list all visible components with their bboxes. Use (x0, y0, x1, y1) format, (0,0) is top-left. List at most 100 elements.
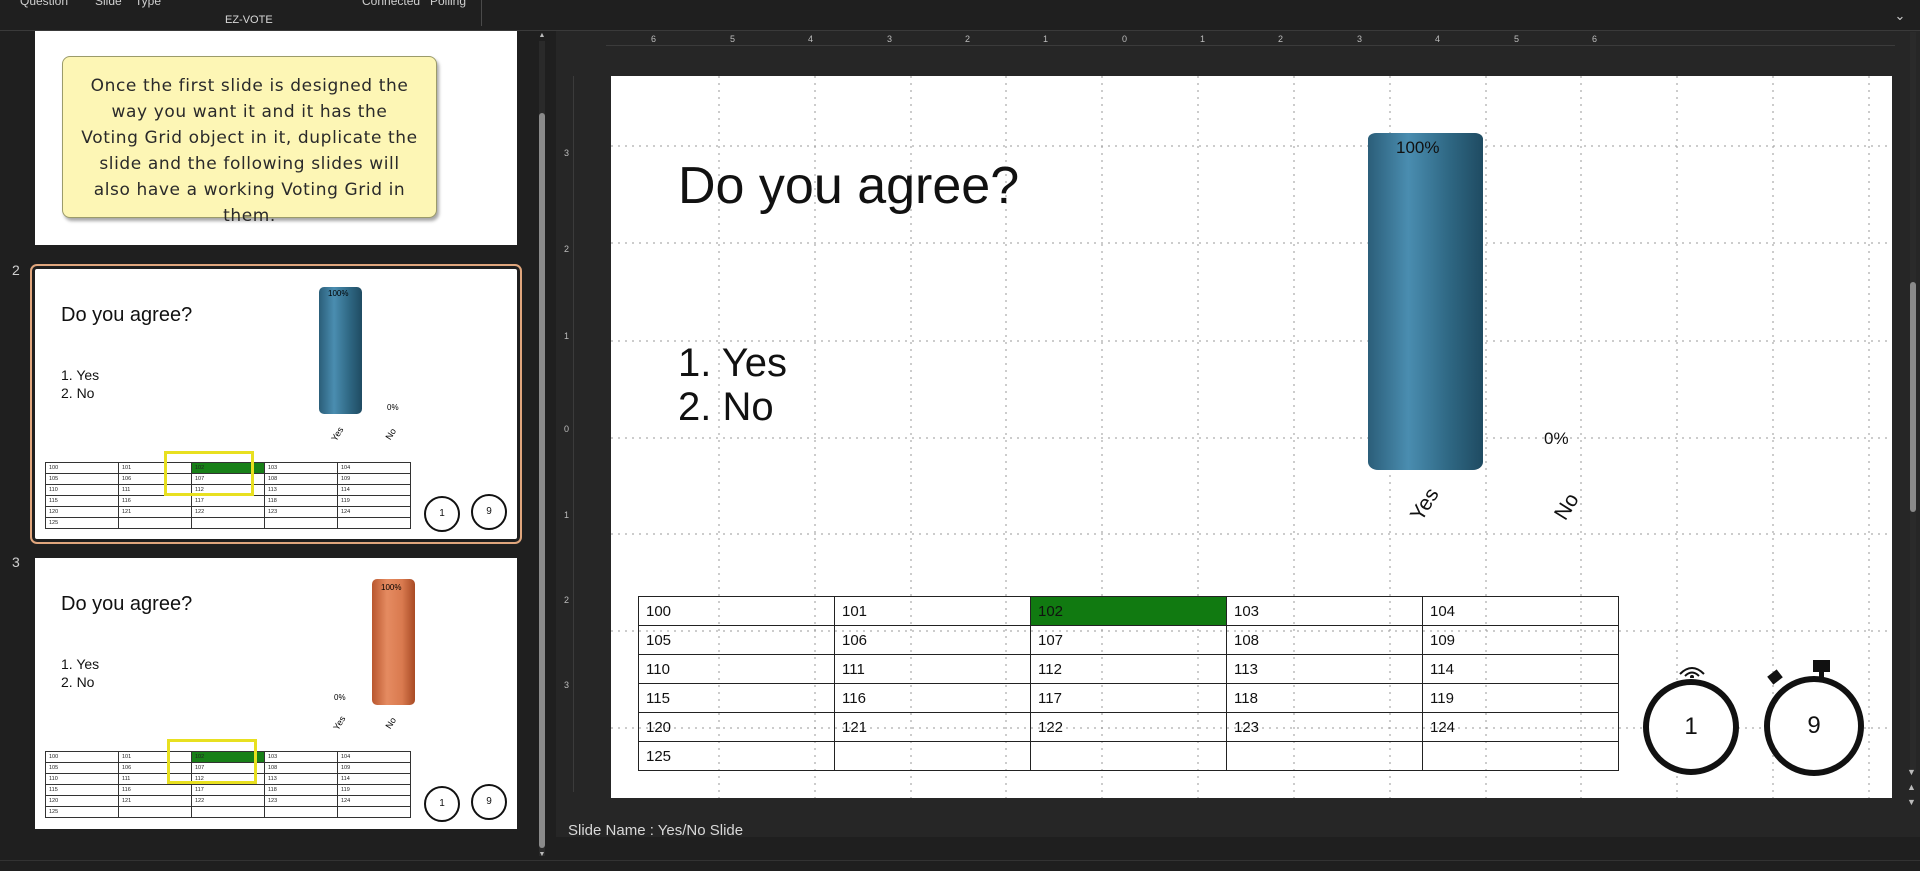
editor-scrollbar[interactable]: ▼ ▲ ▼ (1906, 32, 1920, 822)
slide-title[interactable]: Do you agree? (678, 156, 1019, 216)
grid-cell (337, 806, 411, 818)
slide-thumbnails-panel[interactable]: Once the first slide is designed the way… (0, 31, 545, 860)
grid-cell: 100 (45, 462, 119, 474)
ribbon-separator (481, 0, 482, 26)
current-slide[interactable]: Do you agree? 1. Yes 2. No 100% 0% Yes N… (611, 76, 1892, 798)
grid-cell: 109 (337, 762, 411, 774)
grid-cell: 110 (45, 484, 119, 496)
grid-cell: 121 (834, 712, 1031, 742)
grid-cell: 116 (118, 784, 192, 796)
thumb-title: Do you agree? (61, 304, 193, 326)
grid-cell: 105 (638, 625, 835, 655)
answer-options[interactable]: 1. Yes 2. No (678, 341, 787, 429)
grid-cell (1422, 741, 1619, 771)
grid-cell: 123 (264, 795, 338, 807)
grid-cell: 108 (1226, 625, 1423, 655)
thumb-timer-left: 1 (424, 786, 460, 822)
grid-cell: 109 (337, 473, 411, 485)
scroll-down-icon[interactable]: ▼ (1907, 767, 1916, 777)
grid-cell: 117 (1030, 683, 1227, 713)
instruction-note: Once the first slide is designed the way… (62, 56, 437, 226)
highlight-box (167, 739, 257, 784)
grid-cell: 123 (264, 506, 338, 518)
slide-editor[interactable]: 6543210123456 3210123 Do you agree? 1. Y… (556, 31, 1920, 837)
grid-cell: 122 (1030, 712, 1227, 742)
grid-cell: 110 (45, 773, 119, 785)
grid-row: 115 116 117 118 119 (638, 683, 1619, 713)
thumb-no-value: 0% (334, 693, 346, 702)
grid-cell: 124 (337, 506, 411, 518)
voting-grid[interactable]: 100 101 102 103 104 105 106 107 108 109 110 111 112 1… (638, 596, 1619, 771)
thumb-option: 1. Yes (61, 656, 100, 672)
ribbon-label-connected[interactable]: Connected (362, 0, 420, 8)
ribbon-label-polling[interactable]: Polling (430, 0, 466, 8)
grid-row: 120 121 122 123 124 (45, 795, 411, 807)
grid-cell: 104 (337, 751, 411, 763)
grid-cell (1030, 741, 1227, 771)
chart-bar-yes[interactable] (1368, 133, 1483, 470)
grid-row: 110 111 112 113 114 (638, 654, 1619, 684)
thumb-cat-yes: Yes (331, 714, 348, 732)
thumb-option: 2. No (61, 674, 95, 690)
thumbnail-slide-1[interactable]: Once the first slide is designed the way… (35, 31, 517, 245)
thumb-options: 1. Yes 2. No (61, 366, 99, 402)
thumb-options: 1. Yes 2. No (61, 655, 99, 691)
grid-cell: 115 (45, 784, 119, 796)
ruler-number: 5 (1514, 34, 1520, 44)
grid-cell: 113 (264, 773, 338, 785)
ribbon: Question Slide Type Connected Polling EZ… (0, 0, 1920, 31)
slide-number-2: 2 (12, 262, 20, 278)
grid-cell: 120 (45, 506, 119, 518)
grid-cell: 123 (1226, 712, 1423, 742)
thumb-cat-no: No (383, 426, 399, 442)
ribbon-label-slide[interactable]: Slide (95, 0, 122, 8)
next-slide-icon[interactable]: ▼ (1907, 797, 1916, 807)
grid-cell: 107 (1030, 625, 1227, 655)
grid-row: 125 (45, 517, 411, 529)
responses-count: 1 (1684, 713, 1698, 740)
grid-cell: 116 (118, 495, 192, 507)
responses-timer[interactable]: 1 (1643, 679, 1739, 775)
grid-cell: 118 (264, 784, 338, 796)
thumb-timer-right: 9 (471, 494, 507, 530)
ruler-number: 2 (564, 244, 570, 254)
scroll-down-icon[interactable]: ▼ (538, 851, 545, 859)
thumbnails-scrollbar[interactable]: ▲ ▼ (538, 31, 545, 860)
thumb-timer-left: 1 (424, 496, 460, 532)
chart-data-label-no: 0% (1544, 429, 1569, 448)
ruler-number: 6 (651, 34, 657, 44)
ruler-number: 0 (564, 424, 570, 434)
ribbon-collapse-chevron-icon[interactable]: ⌄ (1892, 8, 1908, 24)
ruler-number: 3 (1357, 34, 1363, 44)
grid-cell: 125 (45, 517, 119, 529)
grid-row: 125 (45, 806, 411, 818)
scroll-up-icon[interactable]: ▲ (538, 32, 545, 40)
grid-cell (118, 517, 192, 529)
ruler-number: 1 (564, 331, 570, 341)
stopwatch-icon (1767, 660, 1830, 685)
grid-cell: 111 (834, 654, 1031, 684)
thumbnail-slide-3[interactable]: Do you agree? 1. Yes 2. No 100% 0% Yes N… (35, 558, 517, 829)
grid-row: 115 116 117 118 119 (45, 495, 411, 507)
grid-cell: 104 (1422, 596, 1619, 626)
thumbnail-slide-2[interactable]: Do you agree? 1. Yes 2. No 100% 0% Yes N… (30, 264, 522, 544)
grid-cell: 121 (118, 506, 192, 518)
vertical-ruler[interactable]: 3 2 1 0 1 2 3 (562, 76, 574, 792)
grid-cell: 117 (191, 495, 265, 507)
scroll-thumb[interactable] (539, 113, 545, 848)
ruler-number: 1 (564, 510, 570, 520)
ribbon-label-question[interactable]: Question (20, 0, 68, 8)
ruler-number: 5 (730, 34, 736, 44)
ruler-number: 2 (965, 34, 971, 44)
grid-cell: 105 (45, 762, 119, 774)
thumb-no-value: 0% (387, 403, 399, 412)
scroll-thumb[interactable] (1910, 282, 1916, 512)
thumb-title: Do you agree? (61, 593, 193, 615)
prev-slide-icon[interactable]: ▲ (1907, 782, 1916, 792)
stopwatch-timer[interactable]: 9 (1764, 676, 1864, 776)
horizontal-ruler[interactable]: 6 5 4 3 2 1 0 1 2 3 4 5 6 (606, 34, 1895, 46)
ribbon-label-type[interactable]: Type (135, 0, 161, 8)
instruction-note-text: Once the first slide is designed the way… (81, 76, 418, 226)
grid-row: 105 106 107 108 109 (638, 625, 1619, 655)
chart-data-label-yes: 100% (1396, 138, 1440, 157)
